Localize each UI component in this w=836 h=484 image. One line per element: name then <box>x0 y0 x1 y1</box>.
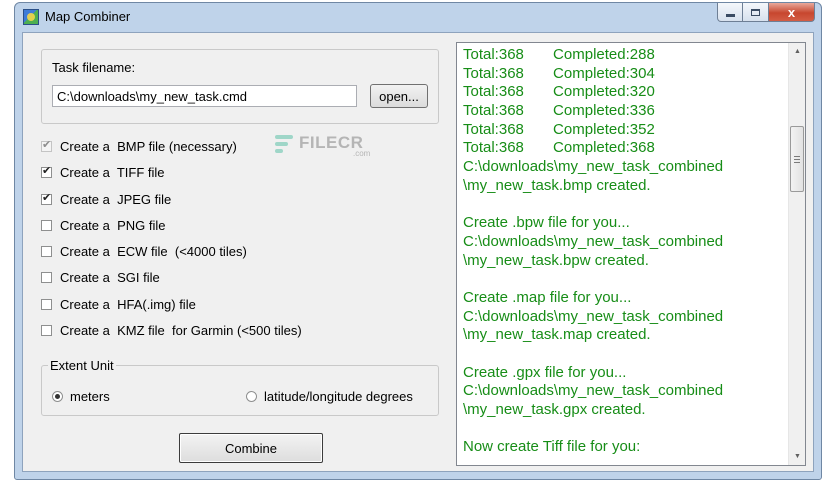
client-area: Task filename: open... FILECR .com Creat… <box>22 32 814 472</box>
option-checkbox[interactable] <box>41 271 52 283</box>
meters-radio[interactable]: meters <box>52 388 110 404</box>
option-label: Create a PNG file <box>60 217 166 233</box>
option-label: Create a JPEG file <box>60 191 172 207</box>
option-checkbox[interactable] <box>41 324 52 336</box>
option-checkbox[interactable] <box>41 191 52 205</box>
log-line: Create .map file for you... <box>463 288 632 306</box>
option-label: Create a BMP file (necessary) <box>60 138 237 154</box>
log-line: C:\downloads\my_new_task_combined <box>463 382 724 400</box>
option-label: Create a SGI file <box>60 269 160 285</box>
task-filename-group: Task filename: open... <box>41 49 439 124</box>
option-row[interactable]: Create a ECW file (<4000 tiles) <box>41 242 247 260</box>
latlon-label: latitude/longitude degrees <box>264 388 413 404</box>
log-line: \my_new_task.map created. <box>463 326 651 344</box>
log-scrollbar[interactable]: ▲ ▼ <box>788 43 805 465</box>
map-app-icon <box>23 9 39 25</box>
option-row[interactable]: Create a HFA(.img) file <box>41 295 196 313</box>
option-row[interactable]: Create a PNG file <box>41 216 166 234</box>
log-line: \my_new_task.gpx created. <box>463 401 646 419</box>
log-line: Create .gpx file for you... <box>463 363 627 381</box>
grip-icon <box>794 155 800 163</box>
close-icon: x <box>787 4 796 20</box>
option-checkbox <box>41 138 52 152</box>
scroll-down-icon[interactable]: ▼ <box>789 448 805 465</box>
title-bar[interactable]: Map Combiner x <box>15 3 821 31</box>
log-line: Total:368 Completed:288 <box>463 46 655 63</box>
option-row[interactable]: Create a JPEG file <box>41 190 171 208</box>
option-row[interactable]: Create a SGI file <box>41 268 160 286</box>
latlon-radio[interactable]: latitude/longitude degrees <box>246 388 413 404</box>
option-row: Create a BMP file (necessary) <box>41 137 237 155</box>
option-checkbox[interactable] <box>41 298 52 310</box>
option-checkbox[interactable] <box>41 164 52 178</box>
meters-label: meters <box>70 388 110 404</box>
log-line: C:\downloads\my_new_task_combined <box>463 307 724 325</box>
option-label: Create a HFA(.img) file <box>60 296 196 312</box>
filecr-logo-icon <box>275 133 295 153</box>
option-row[interactable]: Create a KMZ file for Garmin (<500 tiles… <box>41 321 302 339</box>
meters-radio-dot[interactable] <box>52 390 63 402</box>
log-line: \my_new_task.bmp created. <box>463 176 651 194</box>
watermark-sub: .com <box>353 149 371 158</box>
extent-unit-legend: Extent Unit <box>48 358 116 373</box>
log-line: Total:368 Completed:368 <box>463 139 655 157</box>
window-title: Map Combiner <box>45 9 131 24</box>
option-row[interactable]: Create a TIFF file <box>41 163 165 181</box>
log-line: C:\downloads\my_new_task_combined <box>463 158 724 176</box>
close-button[interactable]: x <box>769 3 815 22</box>
log-line: \my_new_task.bpw created. <box>463 251 649 269</box>
log-line: Total:368 Completed:320 <box>463 83 655 101</box>
maximize-button[interactable] <box>743 3 769 22</box>
minimize-button[interactable] <box>717 3 743 22</box>
option-label: Create a TIFF file <box>60 164 165 180</box>
scroll-thumb[interactable] <box>790 126 804 192</box>
log-output[interactable]: Total:368 Completed:288 Total:368 Complet… <box>456 42 806 466</box>
minimize-icon <box>725 13 735 17</box>
watermark: FILECR .com <box>275 131 385 158</box>
extent-unit-group: Extent Unit meters latitude/longitude de… <box>41 358 439 416</box>
option-label: Create a KMZ file for Garmin (<500 tiles… <box>60 322 302 338</box>
log-line: C:\downloads\my_new_task_combined <box>463 232 724 250</box>
log-line: Total:368 Completed:352 <box>463 120 655 138</box>
task-filename-input[interactable] <box>52 85 357 107</box>
log-lines: Total:368 Completed:288 Total:368 Complet… <box>463 46 785 457</box>
combine-button[interactable]: Combine <box>179 433 323 463</box>
log-line: Total:368 Completed:304 <box>463 64 655 82</box>
open-button[interactable]: open... <box>370 84 428 108</box>
log-line: Create .bpw file for you... <box>463 214 630 232</box>
maximize-icon <box>751 8 760 16</box>
scroll-up-icon[interactable]: ▲ <box>789 43 805 60</box>
latlon-radio-dot[interactable] <box>246 390 257 402</box>
app-window: Map Combiner x Task filename: open... <box>14 2 822 480</box>
window-controls: x <box>717 3 815 23</box>
option-checkbox[interactable] <box>41 245 52 257</box>
option-checkbox[interactable] <box>41 219 52 231</box>
task-filename-label: Task filename: <box>52 60 136 75</box>
log-line: Now create Tiff file for you: <box>463 438 641 456</box>
log-line: Total:368 Completed:336 <box>463 102 655 120</box>
option-label: Create a ECW file (<4000 tiles) <box>60 243 247 259</box>
